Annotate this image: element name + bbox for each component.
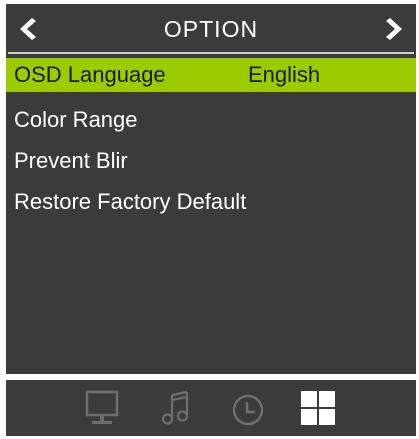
- menu-item-value: English: [248, 62, 321, 87]
- menu-item-label: Color Range: [14, 107, 138, 132]
- clock-icon[interactable]: [228, 388, 268, 428]
- menu-item-color-range[interactable]: Color Range: [6, 99, 416, 140]
- osd-window: OPTION OSD Language English Color Range …: [0, 0, 419, 439]
- monitor-icon[interactable]: [82, 388, 122, 428]
- menu-item-osd-language[interactable]: OSD Language English: [6, 58, 416, 92]
- option-grid-icon[interactable]: [298, 388, 338, 428]
- menu-item-prevent-blir[interactable]: Prevent Blir: [6, 140, 416, 181]
- option-panel: OPTION OSD Language English Color Range …: [6, 4, 416, 374]
- chevron-right-icon[interactable]: [382, 16, 410, 42]
- menu-item-restore-factory-default[interactable]: Restore Factory Default: [6, 181, 416, 222]
- music-icon[interactable]: [156, 388, 196, 428]
- header-divider: [8, 52, 414, 54]
- menu-item-label: Restore Factory Default: [14, 189, 247, 214]
- header: OPTION: [6, 4, 416, 52]
- page-title: OPTION: [163, 16, 259, 42]
- option-menu: OSD Language English Color Range Prevent…: [6, 58, 416, 222]
- menu-item-label: Prevent Blir: [14, 148, 128, 173]
- menu-item-label: OSD Language: [14, 62, 166, 87]
- bottom-nav-bar: [6, 380, 416, 436]
